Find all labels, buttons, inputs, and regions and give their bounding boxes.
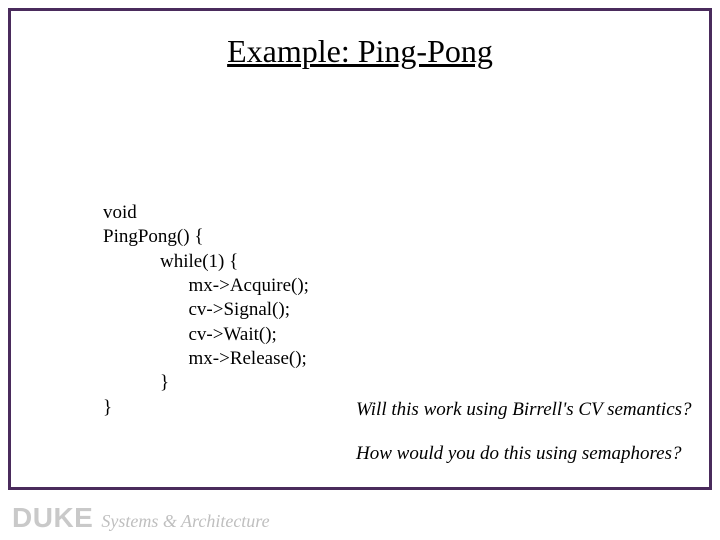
footer: DUKE Systems & Architecture [12, 502, 270, 534]
code-line: mx->Release(); [103, 348, 307, 369]
code-line: mx->Acquire(); [103, 275, 309, 296]
footer-org: DUKE [12, 502, 93, 534]
code-block: void PingPong() { while(1) { mx->Acquire… [103, 201, 309, 420]
code-line: PingPong() { [103, 226, 203, 247]
code-line: while(1) { [103, 251, 238, 272]
code-line: cv->Wait(); [103, 324, 277, 345]
slide-title: Example: Ping-Pong [11, 33, 709, 70]
code-line: } [103, 397, 112, 418]
questions-block: Will this work using Birrell's CV semant… [356, 399, 692, 487]
question-1: Will this work using Birrell's CV semant… [356, 399, 692, 421]
footer-dept: Systems & Architecture [101, 511, 269, 532]
question-2: How would you do this using semaphores? [356, 443, 692, 465]
code-line: } [103, 372, 169, 393]
slide-frame: Example: Ping-Pong void PingPong() { whi… [8, 8, 712, 490]
code-line: cv->Signal(); [103, 299, 290, 320]
code-line: void [103, 202, 137, 223]
